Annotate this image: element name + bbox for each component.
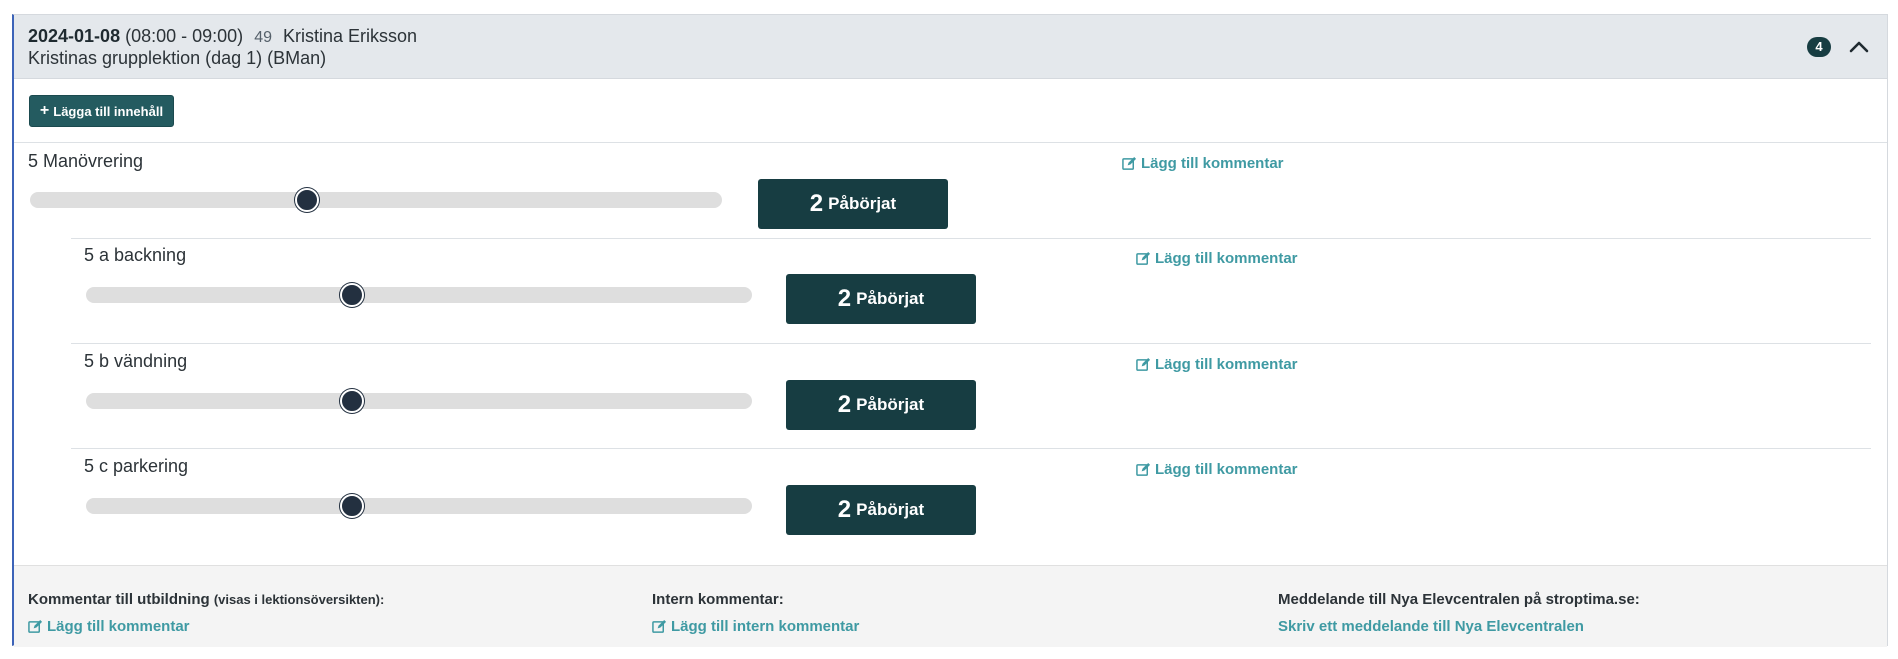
chevron-up-icon[interactable] bbox=[1845, 33, 1873, 61]
add-comment-link[interactable]: Lägg till kommentar bbox=[1122, 155, 1284, 172]
add-education-comment-label: Lägg till kommentar bbox=[47, 618, 190, 635]
edit-icon bbox=[1136, 462, 1151, 476]
slider-thumb[interactable] bbox=[340, 494, 365, 518]
edit-icon bbox=[652, 619, 667, 633]
progress-slider[interactable] bbox=[86, 287, 752, 303]
lesson-header-line: 2024-01-08 (08:00 - 09:00) 49 Kristina E… bbox=[28, 26, 417, 47]
edit-icon bbox=[1122, 156, 1137, 170]
status-level: 2 bbox=[837, 496, 852, 523]
progress-slider[interactable] bbox=[86, 393, 752, 409]
slider-thumb[interactable] bbox=[294, 188, 319, 212]
item-label-manovrering: 5 Manövrering bbox=[28, 151, 144, 171]
write-message-link[interactable]: Skriv ett meddelande till Nya Elevcentra… bbox=[1278, 618, 1584, 635]
status-text: Påbörjat bbox=[856, 500, 925, 519]
add-content-button[interactable]: + Lägga till innehåll bbox=[29, 95, 174, 127]
add-internal-comment-link[interactable]: Lägg till intern kommentar bbox=[652, 618, 859, 635]
add-comment-link[interactable]: Lägg till kommentar bbox=[1136, 356, 1298, 373]
status-button[interactable]: 2 Påbörjat bbox=[786, 485, 976, 535]
edit-icon bbox=[28, 619, 43, 633]
status-button[interactable]: 2 Påbörjat bbox=[786, 380, 976, 430]
message-title: Meddelande till Nya Elevcentralen på str… bbox=[1278, 591, 1640, 608]
education-comment-note: (visas i lektionsöversikten): bbox=[213, 592, 385, 607]
lesson-header[interactable]: 2024-01-08 (08:00 - 09:00) 49 Kristina E… bbox=[14, 15, 1887, 79]
lesson-title: Kristinas grupplektion (dag 1) (BMan) bbox=[28, 48, 327, 68]
add-education-comment-link[interactable]: Lägg till kommentar bbox=[28, 618, 190, 635]
internal-comment-title: Intern kommentar: bbox=[652, 591, 784, 608]
education-comment-title-text: Kommentar till utbildning bbox=[28, 591, 210, 608]
status-button[interactable]: 2 Påbörjat bbox=[758, 179, 948, 229]
progress-slider[interactable] bbox=[30, 192, 722, 208]
edit-icon bbox=[1136, 357, 1151, 371]
item-label-backning: 5 a backning bbox=[84, 245, 187, 265]
divider bbox=[71, 238, 1871, 239]
edit-icon bbox=[1136, 251, 1151, 265]
status-level: 2 bbox=[837, 391, 852, 418]
add-comment-label: Lägg till kommentar bbox=[1155, 461, 1298, 478]
add-comment-label: Lägg till kommentar bbox=[1141, 155, 1284, 172]
progress-slider[interactable] bbox=[86, 498, 752, 514]
status-text: Påbörjat bbox=[856, 395, 925, 414]
add-comment-label: Lägg till kommentar bbox=[1155, 356, 1298, 373]
lesson-number: 49 bbox=[254, 29, 272, 46]
slider-thumb[interactable] bbox=[340, 283, 365, 307]
divider bbox=[71, 448, 1871, 449]
item-label-vandning: 5 b vändning bbox=[84, 351, 188, 371]
student-name: Kristina Eriksson bbox=[283, 26, 418, 46]
status-text: Påbörjat bbox=[828, 194, 897, 213]
divider bbox=[14, 142, 1887, 143]
plus-icon: + bbox=[39, 102, 50, 119]
slider-thumb[interactable] bbox=[340, 389, 365, 413]
add-comment-link[interactable]: Lägg till kommentar bbox=[1136, 461, 1298, 478]
add-comment-label: Lägg till kommentar bbox=[1155, 250, 1298, 267]
lesson-date: 2024-01-08 bbox=[28, 26, 121, 46]
add-internal-comment-label: Lägg till intern kommentar bbox=[671, 618, 860, 635]
lesson-time: (08:00 - 09:00) bbox=[125, 26, 244, 46]
education-comment-title: Kommentar till utbildning (visas i lekti… bbox=[28, 591, 384, 608]
status-level: 2 bbox=[837, 285, 852, 312]
status-text: Påbörjat bbox=[856, 289, 925, 308]
add-comment-link[interactable]: Lägg till kommentar bbox=[1136, 250, 1298, 267]
lesson-footer: Kommentar till utbildning (visas i lekti… bbox=[14, 565, 1887, 647]
add-content-label: Lägga till innehåll bbox=[53, 103, 164, 119]
status-level: 2 bbox=[809, 190, 824, 217]
item-label-parkering: 5 c parkering bbox=[84, 456, 189, 476]
count-badge: 4 bbox=[1807, 37, 1831, 57]
status-button[interactable]: 2 Påbörjat bbox=[786, 274, 976, 324]
divider bbox=[71, 343, 1871, 344]
lesson-panel: 2024-01-08 (08:00 - 09:00) 49 Kristina E… bbox=[12, 14, 1888, 647]
